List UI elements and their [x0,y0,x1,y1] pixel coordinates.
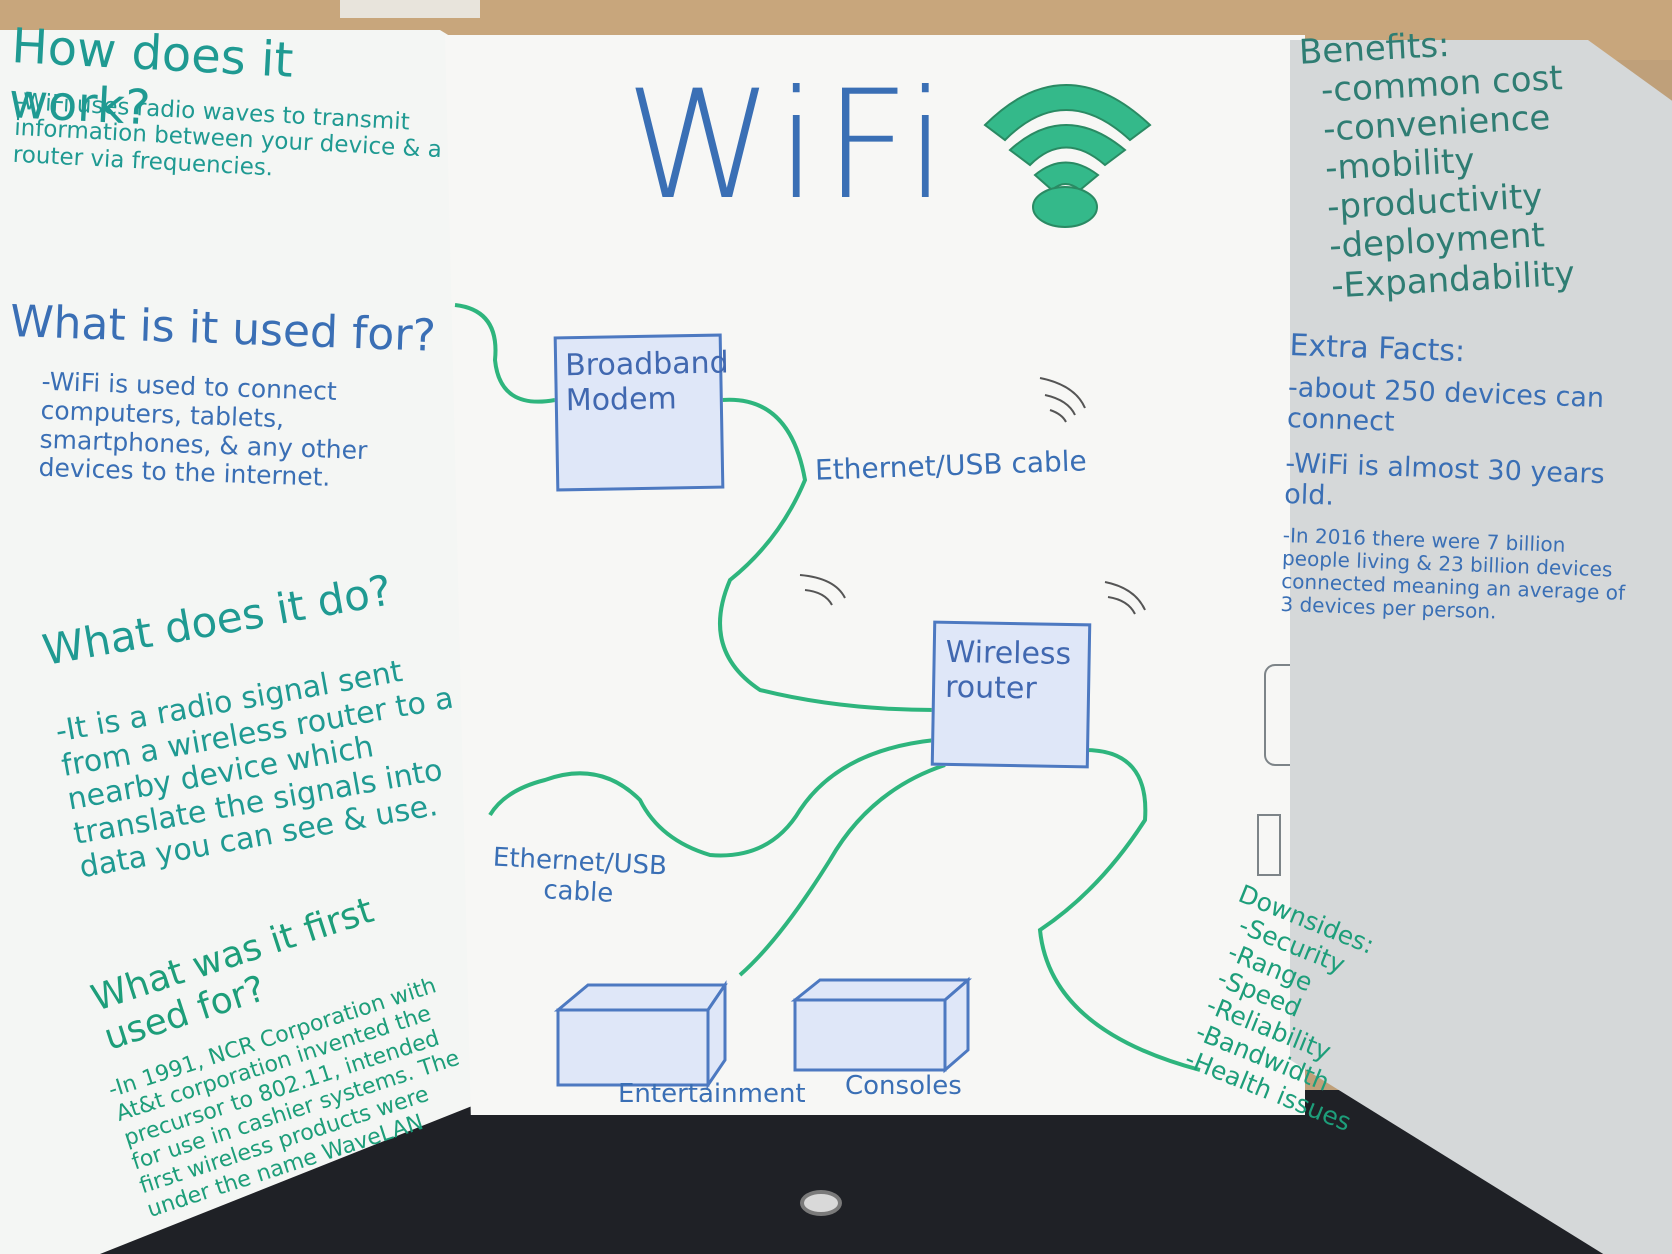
broadband-modem-box: Broadband Modem [553,333,729,492]
modem-label: Broadband Modem [564,345,729,418]
extra-fact-item: -about 250 devices can connect [1286,371,1605,438]
cable-modem-to-router [718,397,936,712]
router-label: Wireless router [944,634,1072,706]
consoles-box [790,976,973,1074]
wireless-router-box: Wireless router [930,620,1092,769]
consoles-label: Consoles [845,1071,962,1101]
cable-router-to-right [1037,748,1201,1072]
cable-wall-to-modem [454,303,556,404]
extra-fact-item: -In 2016 there were 7 billion people liv… [1280,522,1626,624]
cable-router-to-consoles [738,763,946,977]
cable-router-to-left [488,738,936,858]
extra-facts-section: Extra Facts: -about 250 devices can conn… [1280,328,1635,628]
extra-fact-item: -WiFi is almost 30 years old. [1283,447,1606,512]
cable-label-bottom: Ethernet/USB cable [492,842,668,909]
signal-arcs [799,377,1146,615]
entertainment-label: Entertainment [618,1079,806,1109]
entertainment-box [553,980,728,1090]
benefits-section: Benefits: -common cost -convenience -mob… [1298,17,1642,308]
wifi-icon [983,84,1152,228]
speaker-icon [1257,814,1281,876]
